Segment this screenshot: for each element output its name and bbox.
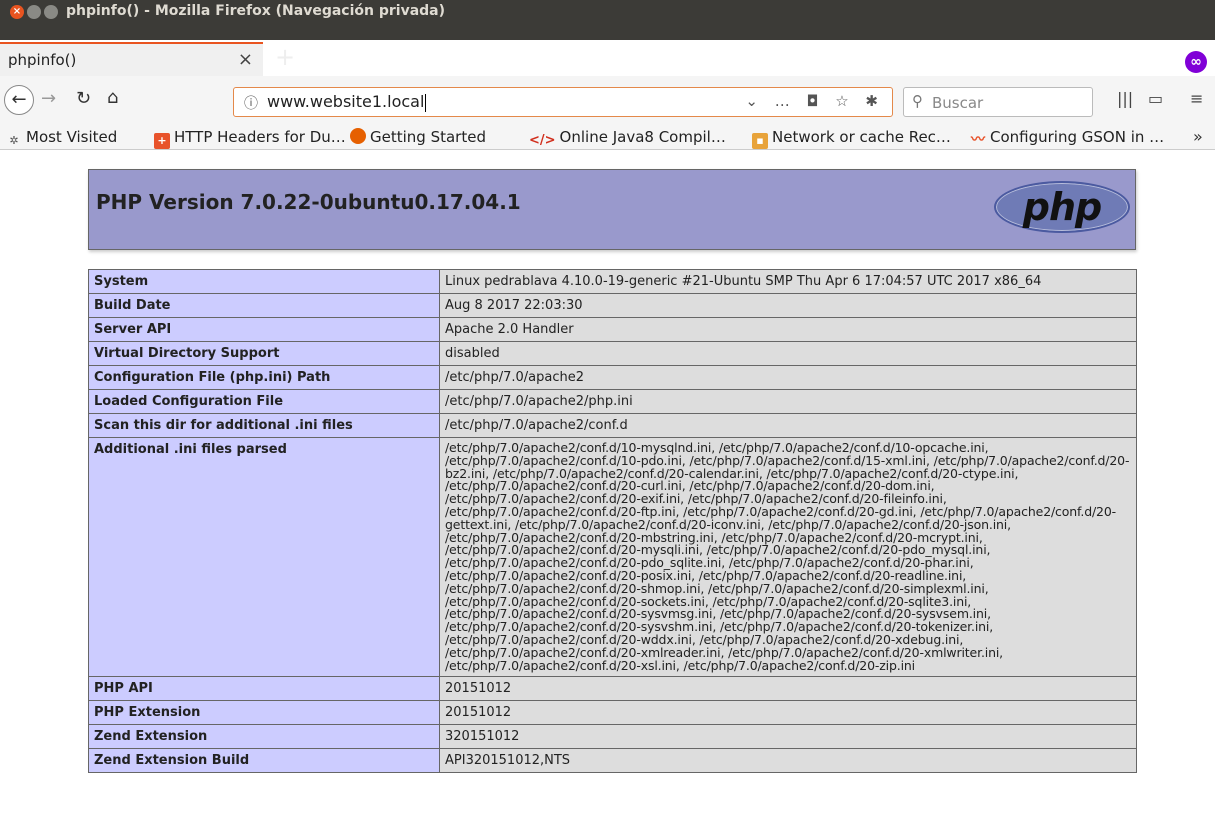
row-value: Linux pedrablava 4.10.0-19-generic #21-U… (439, 269, 1137, 294)
row-value: Aug 8 2017 22:03:30 (439, 293, 1137, 318)
text-caret (425, 93, 427, 112)
row-key: Build Date (88, 293, 440, 318)
row-value: Apache 2.0 Handler (439, 317, 1137, 342)
firefox-icon (350, 128, 366, 144)
menu-icon[interactable]: ≡ (1190, 89, 1203, 108)
table-row: Zend Extension Build API320151012,NTS (88, 748, 1137, 774)
bookmarks-toolbar: ✲ Most Visited + HTTP Headers for Du… Gett… (0, 124, 1215, 150)
bookmark-item[interactable]: ▪ Network or cache Rec… (752, 128, 951, 149)
window-minimize-button[interactable] (27, 5, 41, 19)
bookmark-star-icon[interactable]: ☆ (835, 92, 854, 110)
row-key: Loaded Configuration File (88, 389, 440, 414)
search-box[interactable]: ⚲ Buscar (903, 87, 1093, 117)
table-row: PHP API 20151012 (88, 676, 1137, 702)
row-key: System (88, 269, 440, 294)
row-key: PHP API (88, 676, 440, 702)
info-icon[interactable]: ⓘ (244, 93, 258, 113)
table-row: Configuration File (php.ini) Path/etc/ph… (88, 365, 1137, 390)
document-icon: ▪ (752, 133, 768, 149)
forward-button[interactable]: → (41, 88, 56, 109)
bookmark-item[interactable]: ✲ Most Visited (6, 128, 117, 149)
window-title: phpinfo() - Mozilla Firefox (Navegación … (66, 3, 446, 19)
table-row: Loaded Configuration File/etc/php/7.0/ap… (88, 389, 1137, 414)
gear-icon: ✲ (9, 134, 19, 147)
table-row: System Linux pedrablava 4.10.0-19-generic… (88, 269, 1137, 294)
php-version-header: PHP Version 7.0.22-0ubuntu0.17.04.1 php (88, 169, 1136, 250)
page-content: PHP Version 7.0.22-0ubuntu0.17.04.1 php … (0, 151, 1215, 825)
extension-icon[interactable]: ✱ (865, 92, 884, 110)
bookmark-item[interactable]: Getting Started (350, 128, 486, 146)
page-actions-icon[interactable]: … (775, 92, 796, 110)
address-input-text: www.website1.local (267, 92, 425, 111)
php-logo-text: php (1022, 185, 1102, 229)
row-value: /etc/php/7.0/apache2 (439, 365, 1137, 390)
bookmark-item[interactable]: + HTTP Headers for Du… (154, 128, 346, 149)
search-icon: ⚲ (912, 92, 923, 110)
address-input[interactable]: www.website1.local (267, 92, 427, 112)
wave-icon: 〰 (971, 132, 985, 148)
row-key: Zend Extension Build (88, 748, 440, 774)
library-icon[interactable]: ||| (1117, 89, 1133, 108)
row-value: 20151012 (439, 700, 1137, 726)
row-value: 320151012 (439, 724, 1137, 750)
row-value: 20151012 (439, 676, 1137, 702)
home-icon[interactable]: ⌂ (107, 87, 118, 108)
php-logo[interactable]: php (994, 181, 1130, 233)
bookmark-item[interactable]: 〰 Configuring GSON in … (970, 128, 1164, 148)
private-browsing-icon: ∞ (1185, 51, 1207, 73)
php-info-table: System Linux pedrablava 4.10.0-19-generic… (88, 269, 1137, 774)
php-version-title: PHP Version 7.0.22-0ubuntu0.17.04.1 (96, 190, 521, 214)
reload-icon[interactable]: ↻ (76, 88, 91, 109)
table-row: Virtual Directory Support disabled (88, 341, 1137, 366)
close-tab-icon[interactable]: × (238, 49, 253, 70)
window-titlebar: × phpinfo() - Mozilla Firefox (Navegació… (0, 0, 1215, 40)
table-row: Build Date Aug 8 2017 22:03:30 (88, 293, 1137, 318)
pocket-icon[interactable]: ◘ (807, 92, 825, 110)
new-tab-icon[interactable]: + (275, 43, 295, 71)
table-row: PHP Extension 20151012 (88, 700, 1137, 726)
row-key: PHP Extension (88, 700, 440, 726)
tab-title: phpinfo() (8, 51, 77, 69)
window-maximize-button[interactable] (44, 5, 58, 19)
row-value: /etc/php/7.0/apache2/php.ini (439, 389, 1137, 414)
bookmarks-overflow-icon[interactable]: » (1193, 127, 1203, 146)
tab-phpinfo[interactable]: phpinfo() × (0, 42, 263, 76)
row-value: /etc/php/7.0/apache2/conf.d (439, 413, 1137, 438)
sidebar-icon[interactable]: ▭ (1148, 89, 1163, 108)
window-close-button[interactable]: × (10, 5, 24, 19)
row-key: Virtual Directory Support (88, 341, 440, 366)
row-key: Zend Extension (88, 724, 440, 750)
row-value: API320151012,NTS (439, 748, 1137, 774)
row-value: disabled (439, 341, 1137, 366)
navigation-toolbar: ← → ↻ ⌂ ⓘ www.website1.local ⌄ … ◘ ☆ ✱ ⚲… (0, 76, 1215, 124)
row-key: Server API (88, 317, 440, 342)
address-bar[interactable]: ⓘ www.website1.local ⌄ … ◘ ☆ ✱ (233, 87, 893, 117)
row-key: Additional .ini files parsed (88, 436, 440, 678)
code-icon: </> (529, 133, 556, 148)
plus-icon: + (154, 133, 170, 149)
table-row: Additional .ini files parsed/etc/php/7.0… (88, 436, 1137, 678)
url-tools: ⌄ … ◘ ☆ ✱ (745, 92, 884, 110)
table-row: Zend Extension 320151012 (88, 724, 1137, 750)
table-row: Server API Apache 2.0 Handler (88, 317, 1137, 342)
row-value: /etc/php/7.0/apache2/conf.d/10-mysqlnd.i… (439, 436, 1137, 678)
search-input[interactable]: Buscar (932, 94, 983, 112)
bookmark-item[interactable]: </> Online Java8 Compil… (529, 128, 726, 149)
dropdown-icon[interactable]: ⌄ (745, 92, 764, 110)
row-key: Configuration File (php.ini) Path (88, 365, 440, 390)
back-button[interactable]: ← (4, 85, 34, 115)
table-row: Scan this dir for additional .ini files /… (88, 413, 1137, 438)
row-key: Scan this dir for additional .ini files (88, 413, 440, 438)
